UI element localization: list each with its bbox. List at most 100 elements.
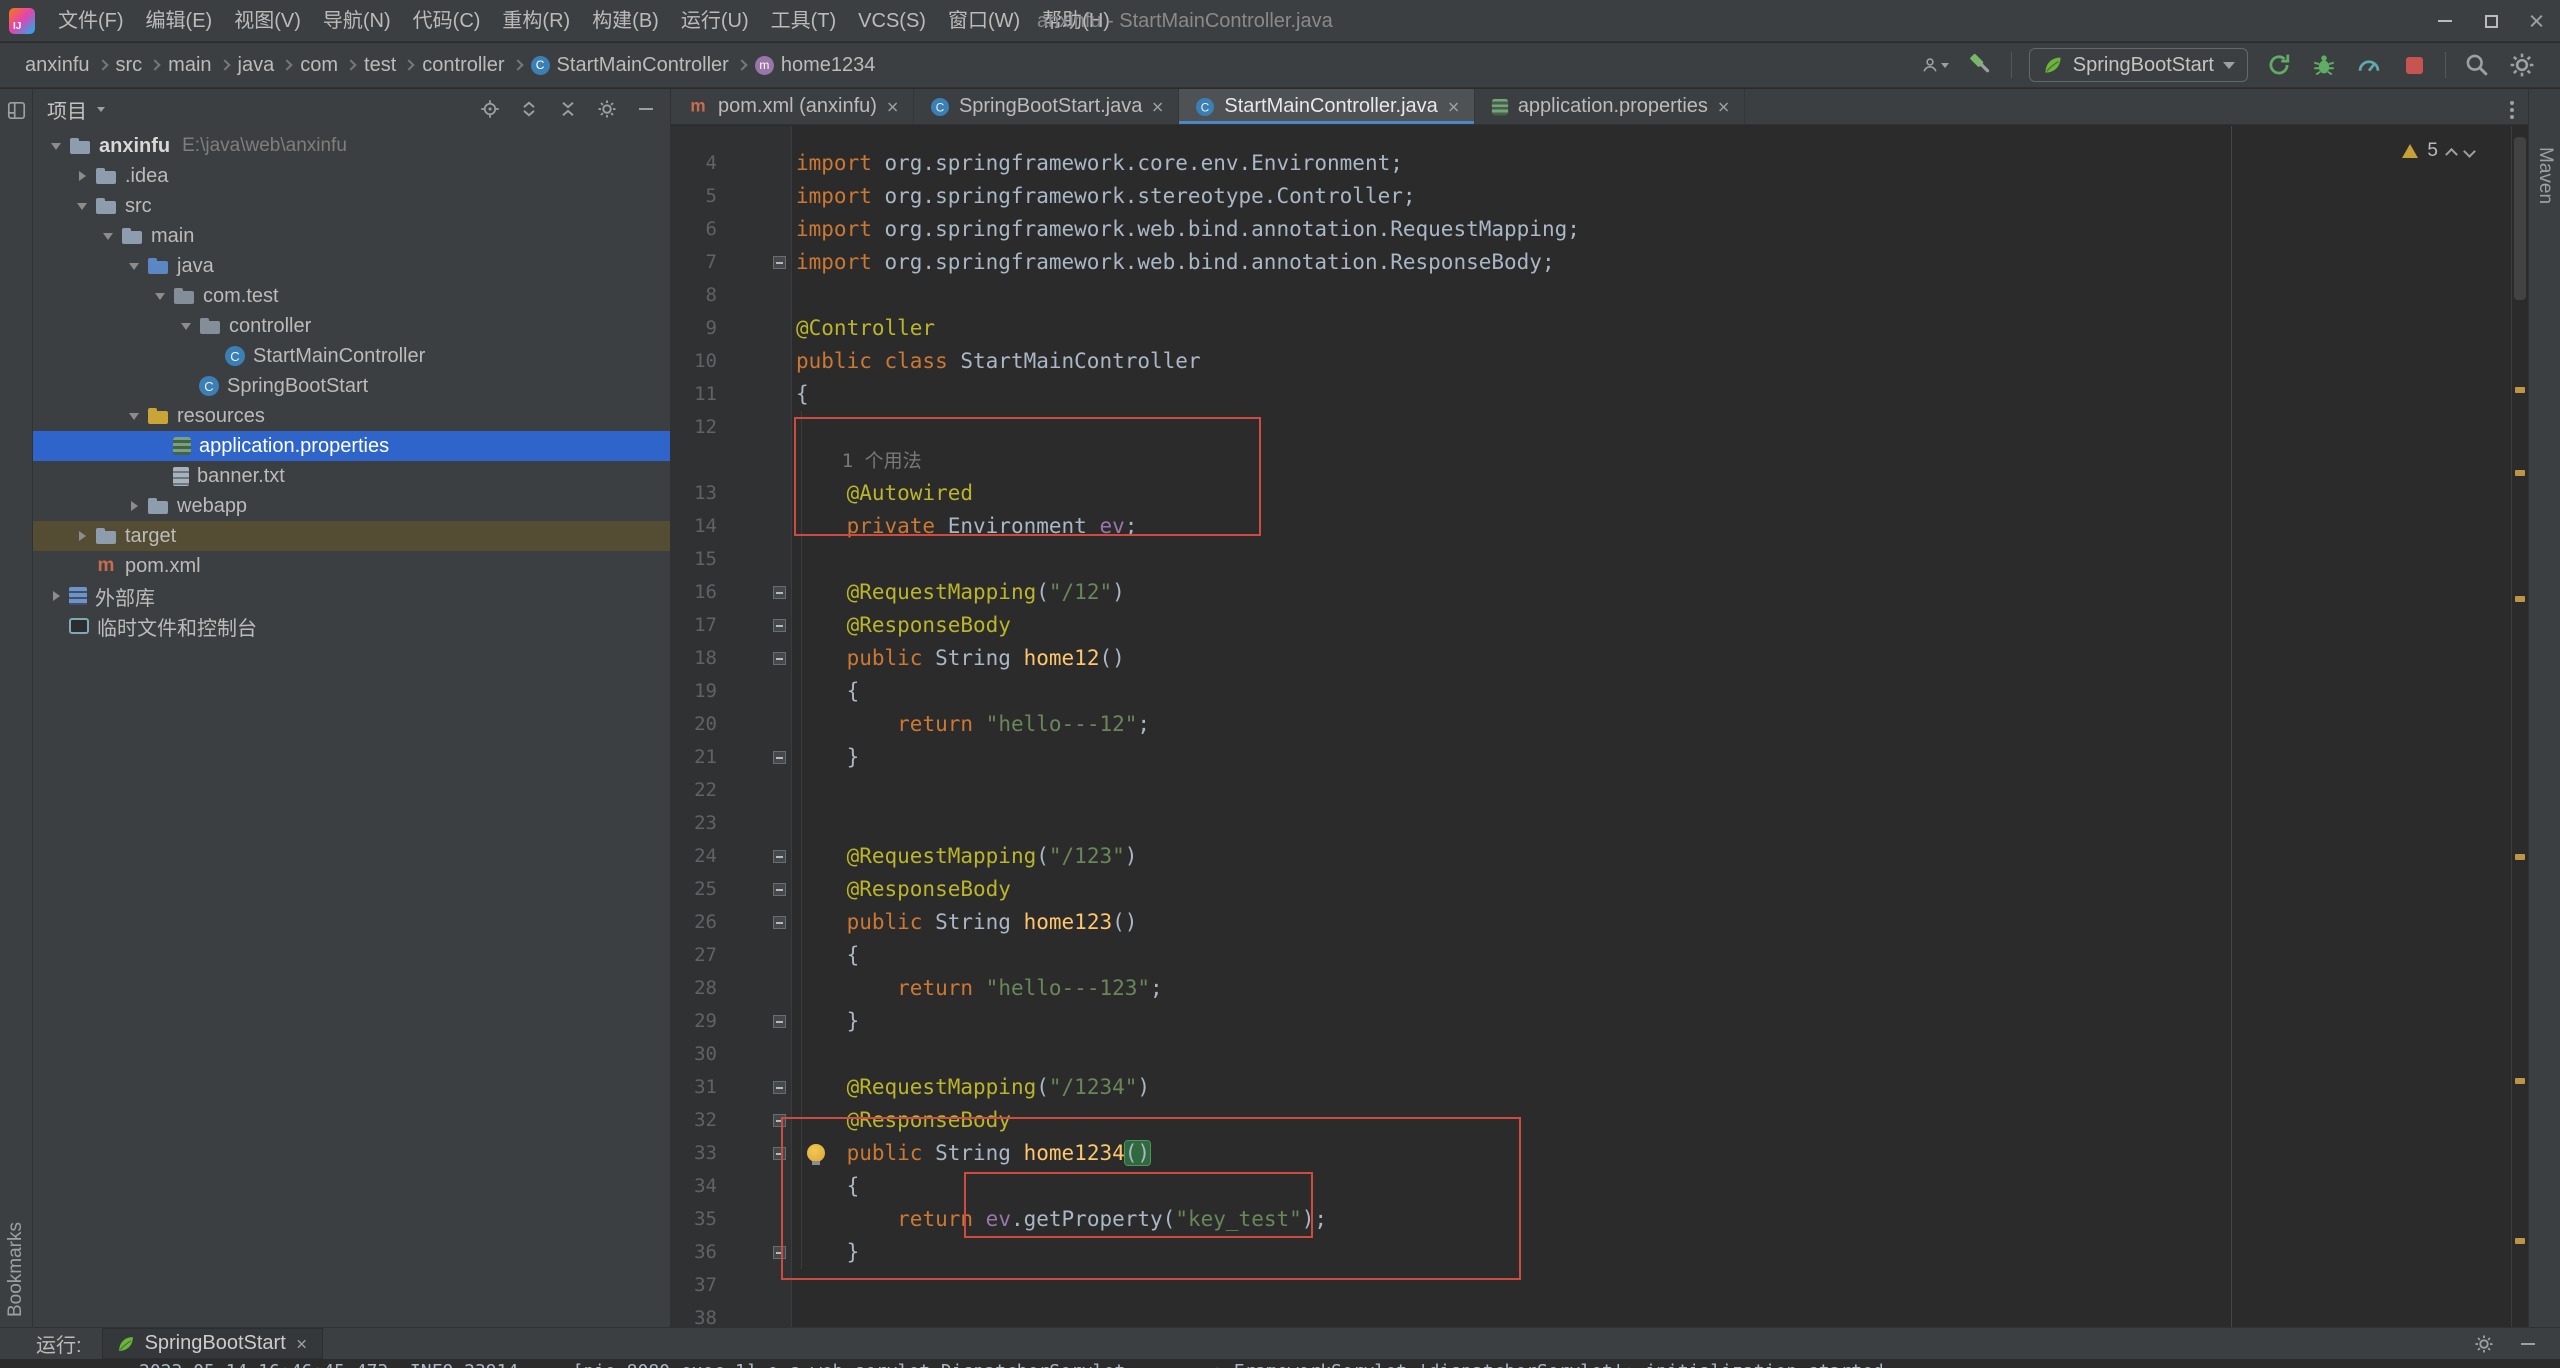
- warning-stripe-mark[interactable]: [2515, 854, 2525, 860]
- editor-tab[interactable]: CStartMainController.java: [1179, 89, 1474, 124]
- fold-marker-icon[interactable]: [773, 619, 786, 632]
- breadcrumb-item[interactable]: src: [111, 52, 148, 79]
- tree-item[interactable]: main: [33, 221, 670, 251]
- code-line[interactable]: 26 public String home123(): [671, 906, 2528, 939]
- tree-item[interactable]: 临时文件和控制台: [33, 611, 670, 641]
- previous-warning-icon[interactable]: [2445, 147, 2458, 160]
- breadcrumb-item[interactable]: mhome1234: [750, 52, 881, 79]
- tree-item[interactable]: banner.txt: [33, 461, 670, 491]
- project-view-selector[interactable]: 项目: [47, 95, 105, 124]
- tree-item[interactable]: target: [33, 521, 670, 551]
- editor-body[interactable]: 4import org.springframework.core.env.Env…: [671, 126, 2528, 1327]
- expand-all-button[interactable]: [519, 99, 539, 119]
- settings-button[interactable]: [2508, 51, 2536, 79]
- tree-item[interactable]: 外部库: [33, 581, 670, 611]
- tree-item[interactable]: resources: [33, 401, 670, 431]
- fold-marker-icon[interactable]: [773, 586, 786, 599]
- warning-stripe-mark[interactable]: [2515, 1078, 2525, 1084]
- editor-tab[interactable]: application.properties: [1475, 89, 1745, 124]
- menu-item[interactable]: 重构(R): [491, 0, 581, 42]
- tool-window-switcher-icon[interactable]: [7, 101, 26, 120]
- tree-item[interactable]: webapp: [33, 491, 670, 521]
- error-stripe[interactable]: [2511, 126, 2528, 1327]
- breadcrumb-item[interactable]: main: [163, 52, 216, 79]
- code-line[interactable]: 22: [671, 774, 2528, 807]
- inspections-widget[interactable]: 5: [2394, 137, 2482, 165]
- breadcrumb-item[interactable]: java: [233, 52, 280, 79]
- code-line[interactable]: 27 {: [671, 939, 2528, 972]
- code-line[interactable]: 7import org.springframework.web.bind.ann…: [671, 246, 2528, 279]
- close-tab-icon[interactable]: [1449, 101, 1460, 112]
- fold-marker-icon[interactable]: [773, 916, 786, 929]
- collapse-all-button[interactable]: [558, 99, 578, 119]
- tree-item[interactable]: application.properties: [33, 431, 670, 461]
- maximize-button[interactable]: [2468, 0, 2514, 42]
- breadcrumb-item[interactable]: controller: [417, 52, 509, 79]
- warning-stripe-mark[interactable]: [2515, 1238, 2525, 1244]
- close-tab-icon[interactable]: [888, 101, 899, 112]
- code-line[interactable]: 5import org.springframework.stereotype.C…: [671, 180, 2528, 213]
- code-line[interactable]: 11{: [671, 378, 2528, 411]
- warning-stripe-mark[interactable]: [2515, 387, 2525, 393]
- run-bar-hide-button[interactable]: [2518, 1334, 2538, 1354]
- tree-item[interactable]: mpom.xml: [33, 551, 670, 581]
- project-options-button[interactable]: [597, 99, 617, 119]
- editor-tab[interactable]: CSpringBootStart.java: [914, 89, 1179, 124]
- next-warning-icon[interactable]: [2463, 145, 2476, 158]
- editor-tab[interactable]: mpom.xml (anxinfu): [671, 89, 914, 124]
- breadcrumb-item[interactable]: test: [359, 52, 401, 79]
- menu-item[interactable]: 工具(T): [760, 0, 848, 42]
- code-line[interactable]: 19 {: [671, 675, 2528, 708]
- fold-marker-icon[interactable]: [773, 751, 786, 764]
- breadcrumb-item[interactable]: com: [295, 52, 343, 79]
- tree-item[interactable]: CSpringBootStart: [33, 371, 670, 401]
- maven-stripe-button[interactable]: Maven: [2534, 147, 2556, 204]
- run-bar-settings-button[interactable]: [2474, 1334, 2494, 1354]
- user-profile-button[interactable]: [1921, 51, 1949, 79]
- stop-button[interactable]: [2400, 51, 2428, 79]
- code-line[interactable]: 15: [671, 543, 2528, 576]
- menu-item[interactable]: VCS(S): [847, 0, 937, 42]
- hide-panel-button[interactable]: [636, 99, 656, 119]
- code-line[interactable]: 29 }: [671, 1005, 2528, 1038]
- code-line[interactable]: 17 @ResponseBody: [671, 609, 2528, 642]
- run-tab[interactable]: SpringBootStart: [102, 1328, 323, 1359]
- fold-marker-icon[interactable]: [773, 1015, 786, 1028]
- menu-item[interactable]: 代码(C): [402, 0, 492, 42]
- code-line[interactable]: 24 @RequestMapping("/123"): [671, 840, 2528, 873]
- code-line[interactable]: 18 public String home12(): [671, 642, 2528, 675]
- tab-options-button[interactable]: [2496, 95, 2528, 118]
- code-line[interactable]: 6import org.springframework.web.bind.ann…: [671, 213, 2528, 246]
- breadcrumb-item[interactable]: CStartMainController: [526, 52, 734, 79]
- profiler-button[interactable]: [2355, 51, 2383, 79]
- debug-button[interactable]: [2310, 51, 2338, 79]
- warning-stripe-mark[interactable]: [2515, 596, 2525, 602]
- menu-item[interactable]: 窗口(W): [937, 0, 1031, 42]
- menu-item[interactable]: 构建(B): [581, 0, 670, 42]
- menu-item[interactable]: 导航(N): [312, 0, 402, 42]
- warning-stripe-mark[interactable]: [2515, 470, 2525, 476]
- close-tab-icon[interactable]: [297, 1339, 307, 1349]
- code-line[interactable]: 25 @ResponseBody: [671, 873, 2528, 906]
- close-tab-icon[interactable]: [1153, 101, 1164, 112]
- tree-item[interactable]: src: [33, 191, 670, 221]
- scrollbar-thumb[interactable]: [2514, 137, 2526, 300]
- code-line[interactable]: 4import org.springframework.core.env.Env…: [671, 147, 2528, 180]
- tree-item[interactable]: java: [33, 251, 670, 281]
- tree-item[interactable]: anxinfuE:\java\web\anxinfu: [33, 131, 670, 161]
- code-line[interactable]: 21 }: [671, 741, 2528, 774]
- fold-marker-icon[interactable]: [773, 850, 786, 863]
- code-line[interactable]: 38: [671, 1302, 2528, 1327]
- code-line[interactable]: 28 return "hello---123";: [671, 972, 2528, 1005]
- menu-item[interactable]: 编辑(E): [135, 0, 224, 42]
- code-line[interactable]: 20 return "hello---12";: [671, 708, 2528, 741]
- close-button[interactable]: [2514, 0, 2560, 42]
- minimize-button[interactable]: [2422, 0, 2468, 42]
- menu-item[interactable]: 文件(F): [47, 0, 135, 42]
- close-tab-icon[interactable]: [1719, 101, 1730, 112]
- fold-marker-icon[interactable]: [773, 256, 786, 269]
- rerun-button[interactable]: [2265, 51, 2293, 79]
- fold-marker-icon[interactable]: [773, 1081, 786, 1094]
- build-project-button[interactable]: [1966, 51, 1994, 79]
- menu-item[interactable]: 视图(V): [223, 0, 312, 42]
